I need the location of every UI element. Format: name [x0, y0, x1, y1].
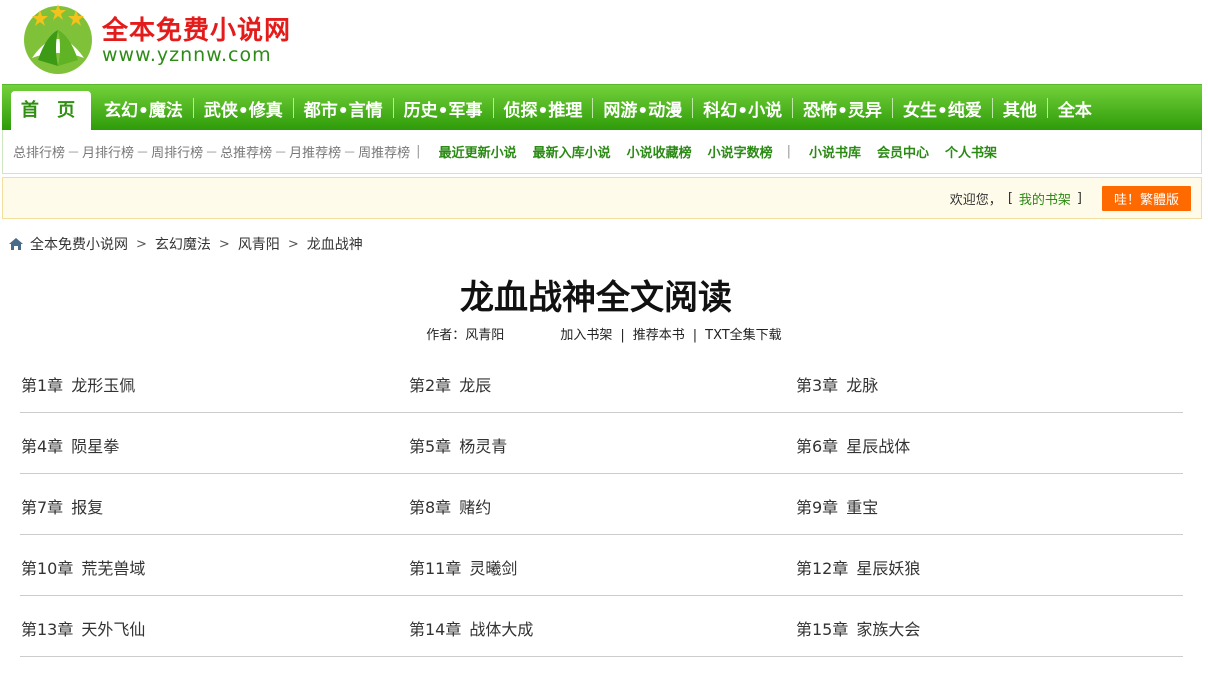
chevron-right-icon: >: [218, 236, 230, 252]
chapter-link[interactable]: 第3章 龙脉: [796, 372, 878, 396]
nav-items: 玄幻•魔法 武侠•修真 都市•言情 历史•军事 侦探•推理 网游•动漫 科幻•小…: [94, 85, 1102, 131]
subnav-divider: |: [416, 144, 421, 159]
nav-item-dushi[interactable]: 都市•言情: [294, 96, 393, 121]
rank-divider: －: [343, 146, 357, 161]
chapter-link[interactable]: 第10章 荒芜兽域: [21, 555, 145, 579]
chapter-link[interactable]: 第4章 陨星拳: [21, 433, 119, 457]
rank-link-week[interactable]: 周排行榜: [151, 142, 203, 161]
site-name[interactable]: 全本免费小说网: [102, 10, 291, 47]
nav-item-wuxia[interactable]: 武侠•修真: [194, 96, 293, 121]
sub-nav: 总排行榜 － 月排行榜 － 周排行榜 － 总推荐榜 － 月推荐榜 － 周推荐榜 …: [2, 130, 1202, 174]
chapter-link[interactable]: 第6章 星辰战体: [796, 433, 910, 457]
chapter-link[interactable]: 第14章 战体大成: [409, 616, 533, 640]
chapter-link[interactable]: 第12章 星辰妖狼: [796, 555, 920, 579]
rank-link-week-recommend[interactable]: 周推荐榜: [358, 142, 410, 161]
site-logo-icon[interactable]: [18, 0, 98, 76]
nav-item-lishi[interactable]: 历史•军事: [394, 96, 493, 121]
rank-divider: －: [67, 146, 81, 161]
chapter-row: 第7章 报复 第8章 赌约 第9章 重宝: [20, 474, 1183, 535]
rank-link-month[interactable]: 月排行榜: [82, 142, 134, 161]
breadcrumb-home[interactable]: 全本免费小说网: [30, 234, 128, 254]
chapter-row: 第1章 龙形玉佩 第2章 龙辰 第3章 龙脉: [20, 352, 1183, 413]
chapter-link[interactable]: 第9章 重宝: [796, 494, 878, 518]
welcome-content: 欢迎您， [ 我的书架 ] 哇！繁體版: [950, 186, 1191, 211]
nav-item-qita[interactable]: 其他: [993, 96, 1047, 121]
link-wordcount-rank[interactable]: 小说字数榜: [700, 142, 781, 161]
nav-item-nvsheng[interactable]: 女生•纯爱: [893, 96, 992, 121]
header: 全本免费小说网 www.yznnw.com: [0, 0, 1208, 84]
rank-divider: －: [205, 146, 219, 161]
link-member-center[interactable]: 会员中心: [869, 142, 937, 161]
chevron-right-icon: >: [287, 236, 299, 252]
link-favorites-rank[interactable]: 小说收藏榜: [619, 142, 700, 161]
bracket-close: ]: [1076, 191, 1082, 206]
my-bookshelf-link[interactable]: 我的书架: [1019, 189, 1071, 208]
chapter-link[interactable]: 第13章 天外飞仙: [21, 616, 145, 640]
rank-divider: －: [136, 146, 150, 161]
author-label: 作者：风青阳: [426, 328, 505, 343]
breadcrumb-category[interactable]: 玄幻魔法: [155, 234, 211, 254]
link-library[interactable]: 小说书库: [801, 142, 869, 161]
nav-home[interactable]: 首 页: [11, 91, 91, 131]
breadcrumb-author[interactable]: 风青阳: [238, 234, 280, 254]
site-url[interactable]: www.yznnw.com: [102, 44, 272, 66]
rank-divider: －: [274, 146, 288, 161]
chapter-link[interactable]: 第1章 龙形玉佩: [21, 372, 135, 396]
welcome-bar: 欢迎您， [ 我的书架 ] 哇！繁體版: [2, 177, 1202, 219]
chevron-right-icon: >: [136, 236, 147, 252]
txt-download-link[interactable]: TXT全集下载: [705, 328, 782, 343]
breadcrumb-book[interactable]: 龙血战神: [307, 234, 363, 254]
rank-link-month-recommend[interactable]: 月推荐榜: [289, 142, 341, 161]
chapter-row: 第13章 天外飞仙 第14章 战体大成 第15章 家族大会: [20, 596, 1183, 657]
breadcrumb: 全本免费小说网 > 玄幻魔法 > 风青阳 > 龙血战神: [8, 234, 363, 254]
subnav-divider: |: [786, 144, 792, 159]
nav-item-kehuan[interactable]: 科幻•小说: [693, 96, 792, 121]
traditional-chinese-button[interactable]: 哇！繁體版: [1101, 186, 1191, 211]
chapter-link[interactable]: 第2章 龙辰: [409, 372, 491, 396]
add-to-shelf-link[interactable]: 加入书架: [560, 328, 612, 343]
rank-link-total[interactable]: 总排行榜: [13, 142, 65, 161]
chapter-link[interactable]: 第5章 杨灵青: [409, 433, 507, 457]
nav-item-xuanhuan[interactable]: 玄幻•魔法: [94, 96, 193, 121]
recommend-book-link[interactable]: 推荐本书: [633, 328, 685, 343]
home-icon: [9, 238, 23, 250]
link-personal-shelf[interactable]: 个人书架: [937, 142, 1005, 161]
bracket-open: [: [1007, 191, 1013, 206]
book-meta: 作者：风青阳 加入书架 | 推荐本书 | TXT全集下载: [426, 328, 782, 343]
chapter-row: 第10章 荒芜兽域 第11章 灵曦剑 第12章 星辰妖狼: [20, 535, 1183, 596]
nav-item-kongbu[interactable]: 恐怖•灵异: [793, 96, 892, 121]
chapter-link[interactable]: 第8章 赌约: [409, 494, 491, 518]
link-latest-updates[interactable]: 最近更新小说: [431, 142, 525, 161]
chapter-link[interactable]: 第11章 灵曦剑: [409, 555, 517, 579]
chapter-row: 第4章 陨星拳 第5章 杨灵青 第6章 星辰战体: [20, 413, 1183, 474]
main-nav: 首 页 玄幻•魔法 武侠•修真 都市•言情 历史•军事 侦探•推理 网游•动漫 …: [2, 84, 1202, 131]
chapter-link[interactable]: 第15章 家族大会: [796, 616, 920, 640]
nav-item-wangyou[interactable]: 网游•动漫: [593, 96, 692, 121]
nav-item-zhentan[interactable]: 侦探•推理: [494, 96, 593, 121]
link-newest-novels[interactable]: 最新入库小说: [525, 142, 619, 161]
chapter-list: 第1章 龙形玉佩 第2章 龙辰 第3章 龙脉 第4章 陨星拳 第5章 杨灵青 第6章 星辰战…: [20, 352, 1183, 657]
welcome-text: 欢迎您，: [949, 193, 1002, 208]
chapter-link[interactable]: 第7章 报复: [21, 494, 103, 518]
nav-item-quanben[interactable]: 全本: [1048, 96, 1102, 121]
rank-link-total-recommend[interactable]: 总推荐榜: [220, 142, 272, 161]
page-title: 龙血战神全文阅读: [460, 278, 732, 318]
